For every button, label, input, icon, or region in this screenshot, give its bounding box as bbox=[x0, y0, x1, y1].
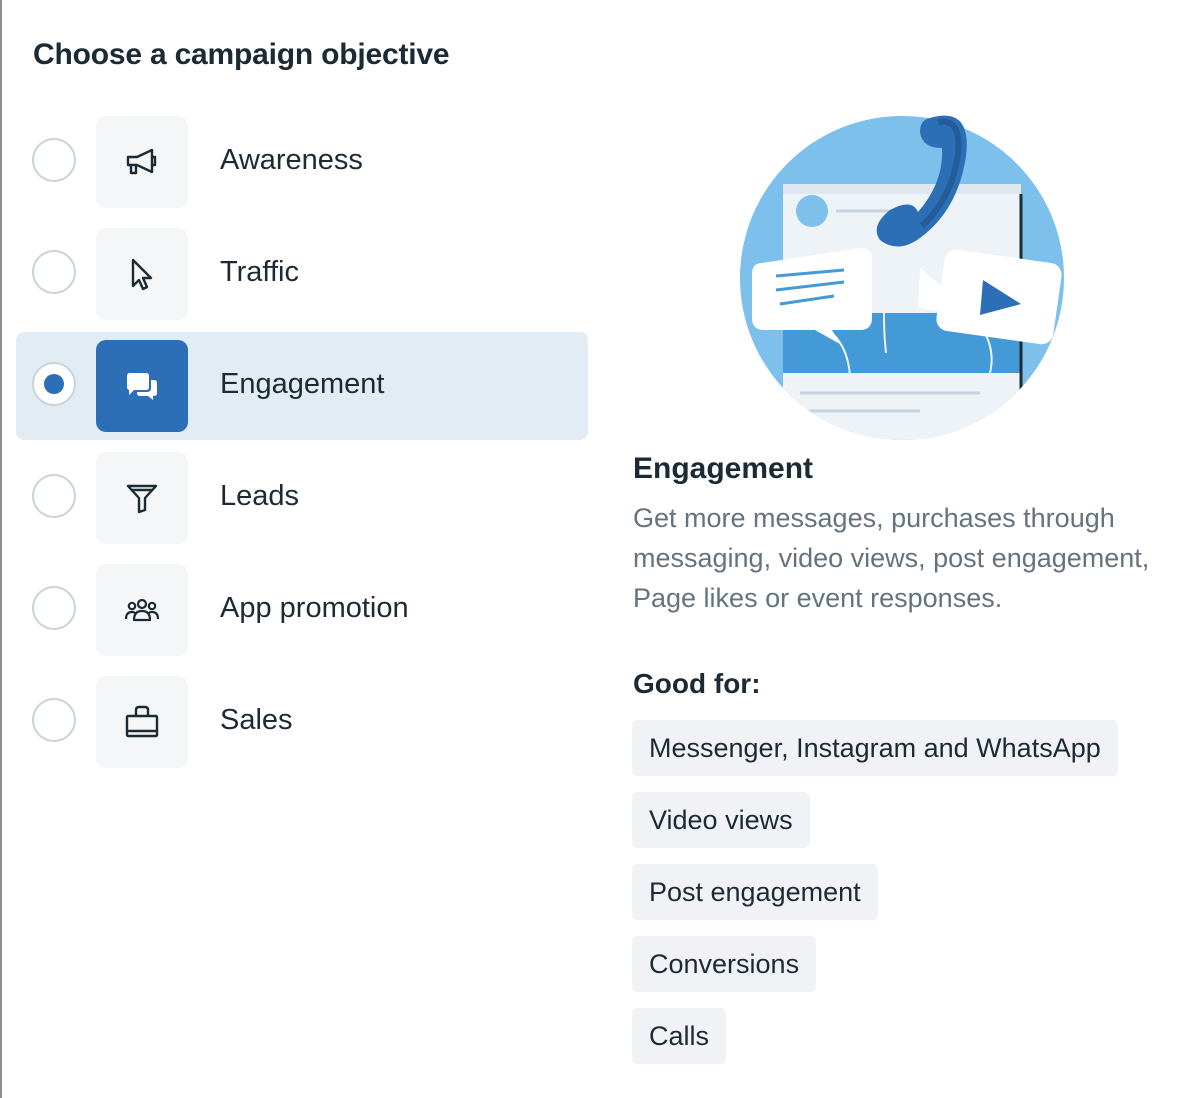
people-icon bbox=[96, 564, 188, 656]
chat-bubbles-icon bbox=[96, 340, 188, 432]
good-for-chip: Messenger, Instagram and WhatsApp bbox=[632, 720, 1118, 776]
objective-label: Sales bbox=[220, 704, 293, 736]
radio-button[interactable] bbox=[32, 362, 76, 406]
good-for-list: Messenger, Instagram and WhatsApp Video … bbox=[632, 720, 1192, 1080]
radio-button[interactable] bbox=[32, 474, 76, 518]
radio-button[interactable] bbox=[32, 698, 76, 742]
good-for-chip: Post engagement bbox=[632, 864, 878, 920]
objective-details-description: Get more messages, purchases through mes… bbox=[633, 503, 1150, 613]
window-left-border bbox=[0, 0, 2, 1098]
dialog-title: Choose a campaign objective bbox=[33, 38, 450, 71]
funnel-icon bbox=[96, 452, 188, 544]
good-for-heading: Good for: bbox=[633, 668, 761, 699]
megaphone-icon bbox=[96, 116, 188, 208]
objective-label: Awareness bbox=[220, 144, 363, 176]
objective-option-engagement[interactable]: Engagement bbox=[16, 332, 588, 440]
objective-option-app-promotion[interactable]: App promotion bbox=[16, 556, 588, 664]
objective-option-traffic[interactable]: Traffic bbox=[16, 220, 588, 328]
radio-button[interactable] bbox=[32, 250, 76, 294]
good-for-chip: Conversions bbox=[632, 936, 817, 992]
objective-details-title: Engagement bbox=[633, 452, 814, 485]
radio-button[interactable] bbox=[32, 138, 76, 182]
good-for-chip: Calls bbox=[632, 1008, 727, 1064]
radio-button[interactable] bbox=[32, 586, 76, 630]
objective-label: Traffic bbox=[220, 256, 299, 288]
objective-label: Engagement bbox=[220, 368, 385, 400]
objective-option-awareness[interactable]: Awareness bbox=[16, 108, 588, 216]
objective-label: Leads bbox=[220, 480, 300, 512]
objective-option-leads[interactable]: Leads bbox=[16, 444, 588, 552]
shopping-bag-icon bbox=[96, 676, 188, 768]
objective-label: App promotion bbox=[220, 592, 409, 624]
objective-option-sales[interactable]: Sales bbox=[16, 668, 588, 776]
engagement-illustration bbox=[740, 108, 1070, 448]
good-for-chip: Video views bbox=[632, 792, 810, 848]
cursor-icon bbox=[96, 228, 188, 320]
